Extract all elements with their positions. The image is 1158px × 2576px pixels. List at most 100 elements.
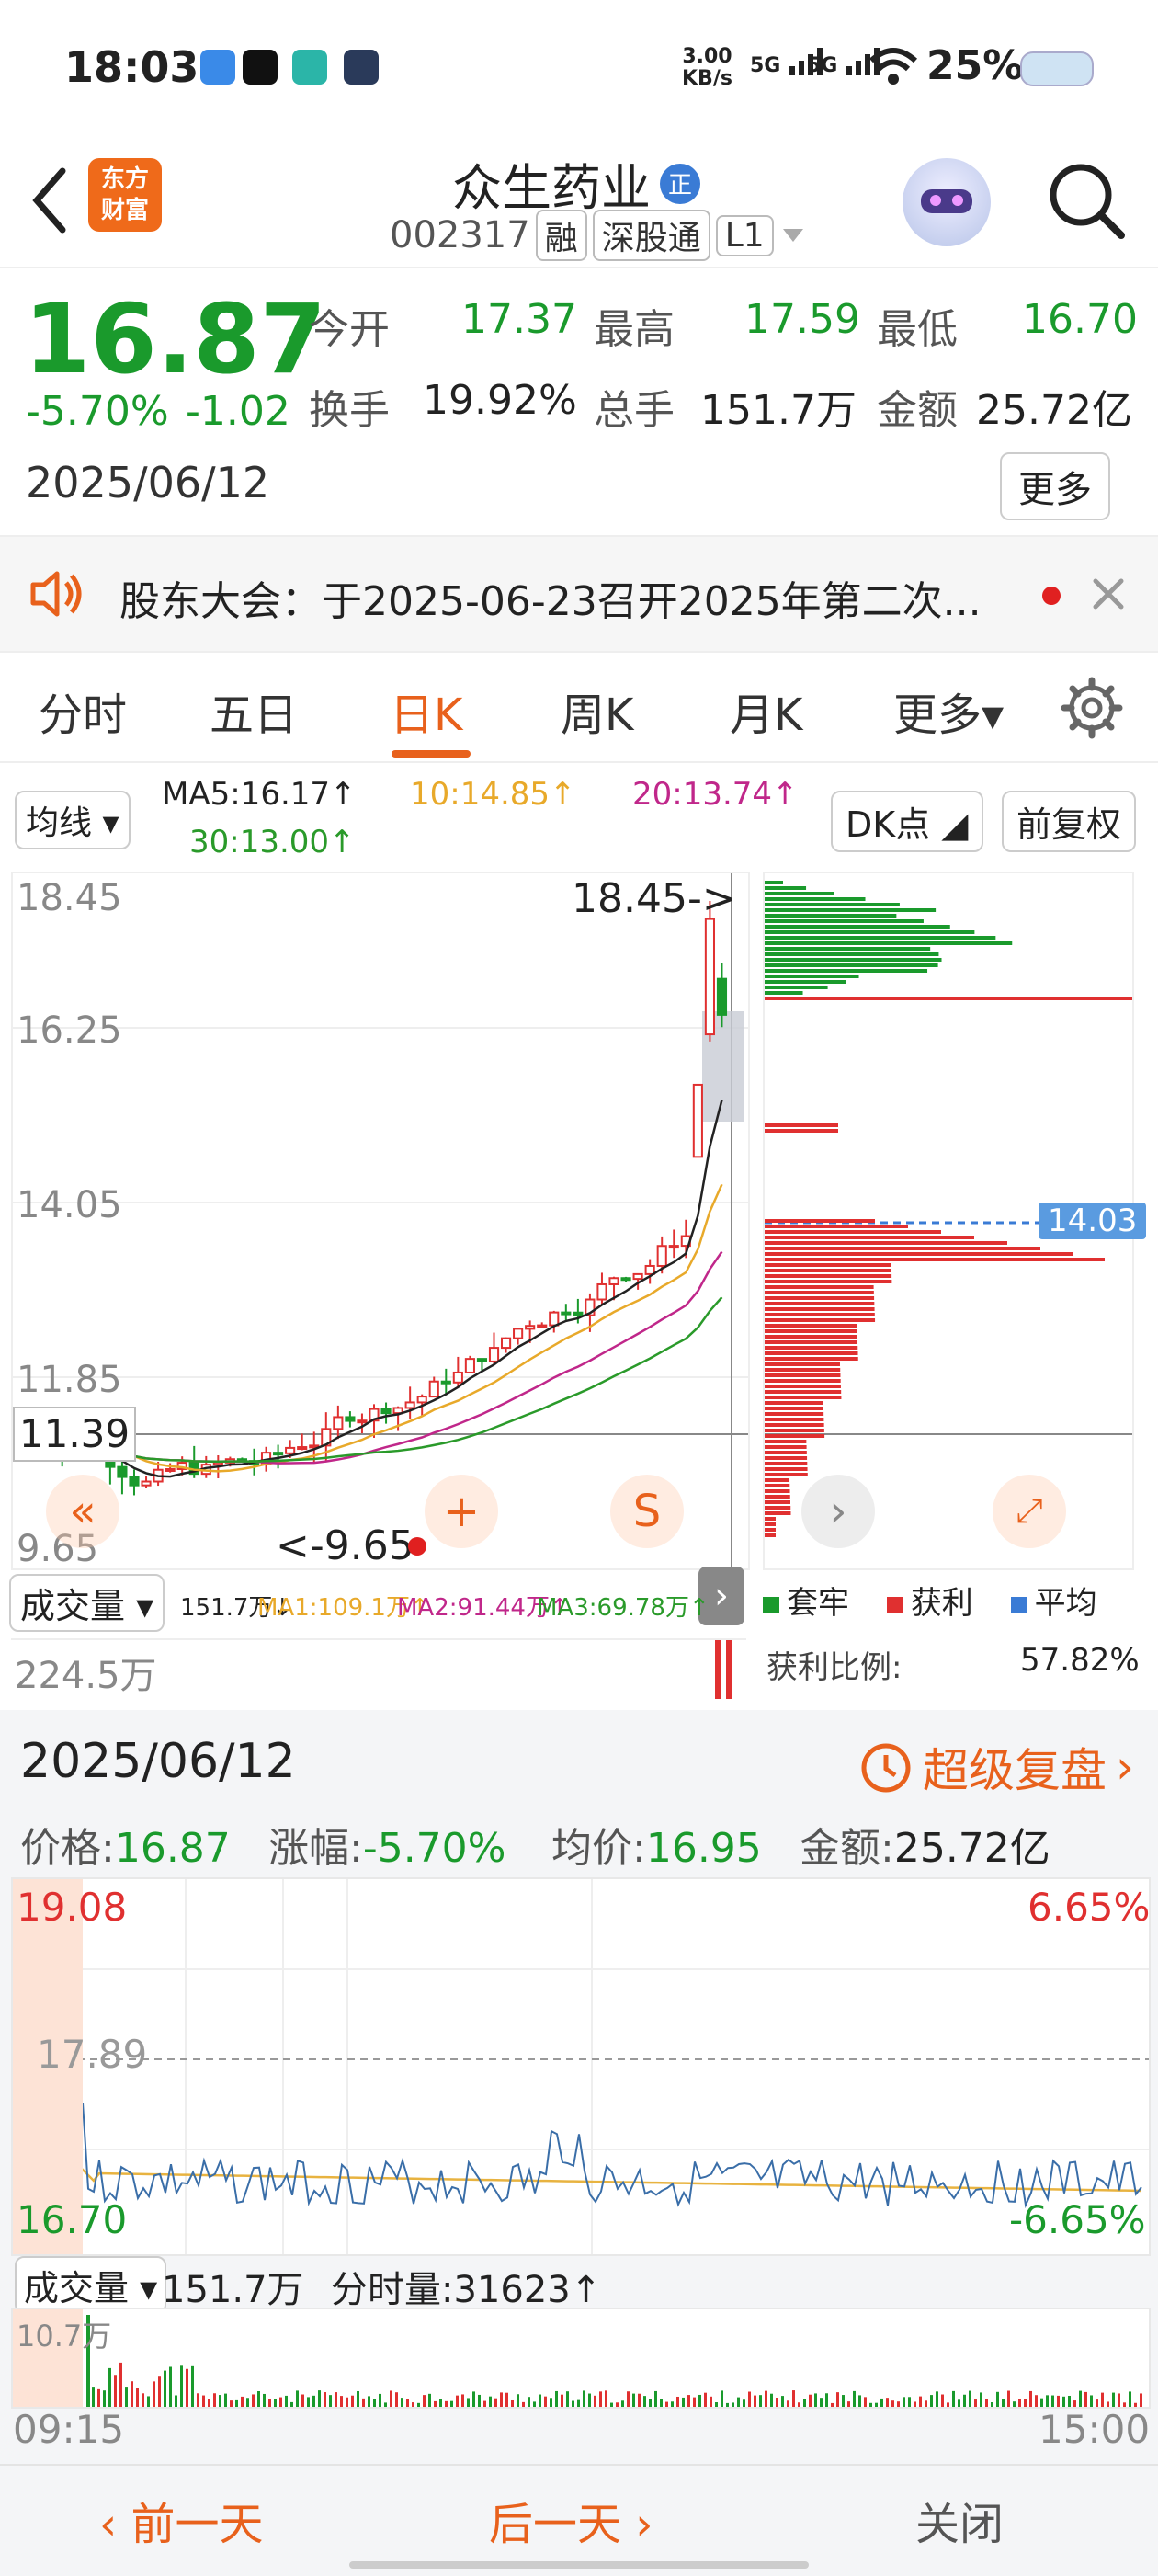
kline-indicator-bar: 均线 ▾ MA5:16.17↑ 10:14.85↑ 20:13.74↑ 30:1… bbox=[0, 763, 1158, 873]
chip-bar-trapped bbox=[765, 892, 834, 895]
chip-fullscreen-button[interactable]: ⤢ bbox=[993, 1475, 1066, 1548]
review-change: 涨幅:-5.70% bbox=[268, 1815, 505, 1874]
kline-chart[interactable]: 18.45 16.25 14.05 11.85 9.65 11.39 18.45… bbox=[11, 872, 750, 1625]
chip-next-button[interactable]: › bbox=[801, 1475, 875, 1548]
chip-bar-profit bbox=[765, 1451, 807, 1454]
volume-tick-bar bbox=[616, 2402, 619, 2407]
super-review-button[interactable]: 超级复盘 › bbox=[857, 1734, 1134, 1800]
volume-tick-bar bbox=[241, 2396, 244, 2407]
more-button[interactable]: 更多 bbox=[1000, 452, 1110, 520]
chip-bar-trapped bbox=[765, 886, 807, 890]
chip-bar-trapped bbox=[765, 963, 938, 967]
chip-bar-profit bbox=[765, 1473, 808, 1476]
volume-tick-bar bbox=[1090, 2395, 1093, 2407]
volume-tick-bar bbox=[445, 2400, 448, 2407]
volume-tick-bar bbox=[842, 2395, 845, 2407]
close-notice-icon[interactable] bbox=[1090, 576, 1127, 612]
volume-tick-bar bbox=[131, 2381, 133, 2407]
tab-intraday[interactable]: 分时 bbox=[39, 678, 127, 743]
robot-assistant-icon[interactable] bbox=[903, 158, 991, 246]
tab-more[interactable]: 更多▾ bbox=[893, 678, 1004, 743]
volume-tick-bar bbox=[307, 2397, 310, 2407]
volume-tick-bar bbox=[847, 2401, 850, 2407]
dropdown-triangle-icon[interactable] bbox=[779, 222, 807, 249]
net-speed-unit: KB/s bbox=[682, 67, 732, 90]
volume-tick-bar bbox=[649, 2399, 652, 2407]
chip-bar-trapped bbox=[765, 975, 859, 978]
volume-axis-label: 224.5万 bbox=[15, 1655, 157, 1697]
volume-select[interactable]: 成交量 ▾ bbox=[9, 1574, 165, 1632]
period-tabs: 分时 五日 日K 周K 月K 更多▾ bbox=[0, 651, 1158, 763]
chip-bar-profit bbox=[765, 1379, 841, 1383]
review-volume-select[interactable]: 成交量 ▾ bbox=[15, 2256, 167, 2314]
volume-tick-bar bbox=[627, 2391, 630, 2407]
intraday-bottom-price: 16.70 bbox=[17, 2197, 128, 2242]
volume-tick-bar bbox=[577, 2399, 580, 2407]
prev-day-button[interactable]: ‹ 前一天 bbox=[99, 2488, 263, 2552]
review-amount: 金额:25.72亿 bbox=[800, 1815, 1050, 1874]
volume-tick-bar bbox=[1129, 2391, 1131, 2407]
chip-bar-profit bbox=[765, 1462, 808, 1465]
chip-bar-profit bbox=[765, 1219, 875, 1223]
axis-label-4: 11.85 bbox=[17, 1359, 122, 1401]
volume-tick-bar bbox=[958, 2399, 960, 2407]
volume-value: 151.7万 bbox=[700, 387, 857, 434]
volume-tick-bar bbox=[175, 2395, 177, 2407]
tab-five-day[interactable]: 五日 bbox=[210, 678, 298, 743]
tag-connect: 深股通 bbox=[592, 210, 710, 261]
tab-monthly-k[interactable]: 月K bbox=[730, 678, 802, 743]
volume-tick-bar bbox=[947, 2402, 949, 2407]
legend-profit-label: 获利 bbox=[910, 1585, 973, 1622]
volume-tick-bar bbox=[142, 2393, 144, 2407]
volume-tick-bar bbox=[1073, 2400, 1076, 2407]
indicator-select[interactable]: 均线 ▾ bbox=[15, 791, 131, 849]
volume-tick-bar bbox=[853, 2390, 856, 2407]
volume-chart: 224.5万 bbox=[11, 1638, 746, 1699]
stock-header: 东方 财富 众生药业 正 002317 融 深股通 L1 bbox=[0, 138, 1158, 268]
volume-tick-bar bbox=[969, 2390, 971, 2407]
volume-tick-bar bbox=[230, 2400, 233, 2407]
volume-tick-bar bbox=[1046, 2395, 1049, 2407]
adjust-price-button[interactable]: 前复权 bbox=[1002, 791, 1137, 852]
eastmoney-logo[interactable]: 东方 财富 bbox=[88, 158, 162, 232]
review-average: 均价:16.95 bbox=[551, 1815, 762, 1874]
next-day-button[interactable]: 后一天 › bbox=[489, 2488, 653, 2552]
chip-bar-profit bbox=[765, 1247, 1040, 1250]
net-speed: 3.00 KB/s bbox=[682, 46, 732, 90]
volume-tick-bar bbox=[522, 2401, 525, 2407]
chip-bar-profit bbox=[765, 1423, 824, 1427]
candle-body bbox=[488, 1347, 500, 1362]
chip-bar-profit bbox=[765, 1385, 841, 1388]
volume-tick-bar bbox=[594, 2395, 596, 2407]
volume-tick-bar bbox=[682, 2397, 685, 2407]
volume-tick-bar bbox=[908, 2397, 911, 2407]
chip-bar-profit bbox=[765, 1302, 875, 1305]
dk-point-button[interactable]: DK点 ◢ bbox=[831, 791, 983, 852]
back-icon[interactable] bbox=[26, 164, 72, 237]
candle-body bbox=[716, 977, 728, 1016]
settings-gear-icon[interactable] bbox=[1061, 677, 1123, 739]
zoom-in-button[interactable]: + bbox=[425, 1475, 498, 1548]
notice-bar[interactable]: 股东大会：于2025-06-23召开2025年第二次... bbox=[0, 535, 1158, 653]
volume-tick-bar bbox=[919, 2396, 922, 2407]
profit-ratio-label: 获利比例: bbox=[766, 1649, 903, 1686]
intraday-chart[interactable]: 19.08 17.89 16.70 6.65% -6.65% bbox=[11, 1877, 1151, 2256]
volume-tick-bar bbox=[478, 2394, 481, 2407]
tag-margin: 融 bbox=[535, 210, 587, 261]
tab-daily-k[interactable]: 日K bbox=[390, 678, 462, 743]
tab-weekly-k[interactable]: 周K bbox=[561, 678, 633, 743]
volume-tick-bar bbox=[279, 2397, 282, 2407]
turnover-label: 换手 bbox=[309, 387, 390, 434]
battery-icon bbox=[1020, 51, 1094, 86]
dk-signal-button[interactable]: S bbox=[610, 1475, 684, 1548]
volume-tick-bar bbox=[925, 2400, 927, 2407]
volume-tick-bar bbox=[108, 2367, 111, 2407]
candle-body bbox=[440, 1380, 451, 1385]
wifi-icon bbox=[868, 48, 918, 85]
dk-point-label: DK点 bbox=[846, 804, 931, 845]
close-button[interactable]: 关闭 bbox=[915, 2488, 1004, 2552]
search-icon[interactable] bbox=[1044, 158, 1127, 241]
chip-distribution[interactable]: 14.03 › ⤢ bbox=[763, 872, 1147, 1570]
scroll-left-button[interactable]: « bbox=[46, 1475, 119, 1548]
volume-tick-bar bbox=[914, 2401, 916, 2407]
